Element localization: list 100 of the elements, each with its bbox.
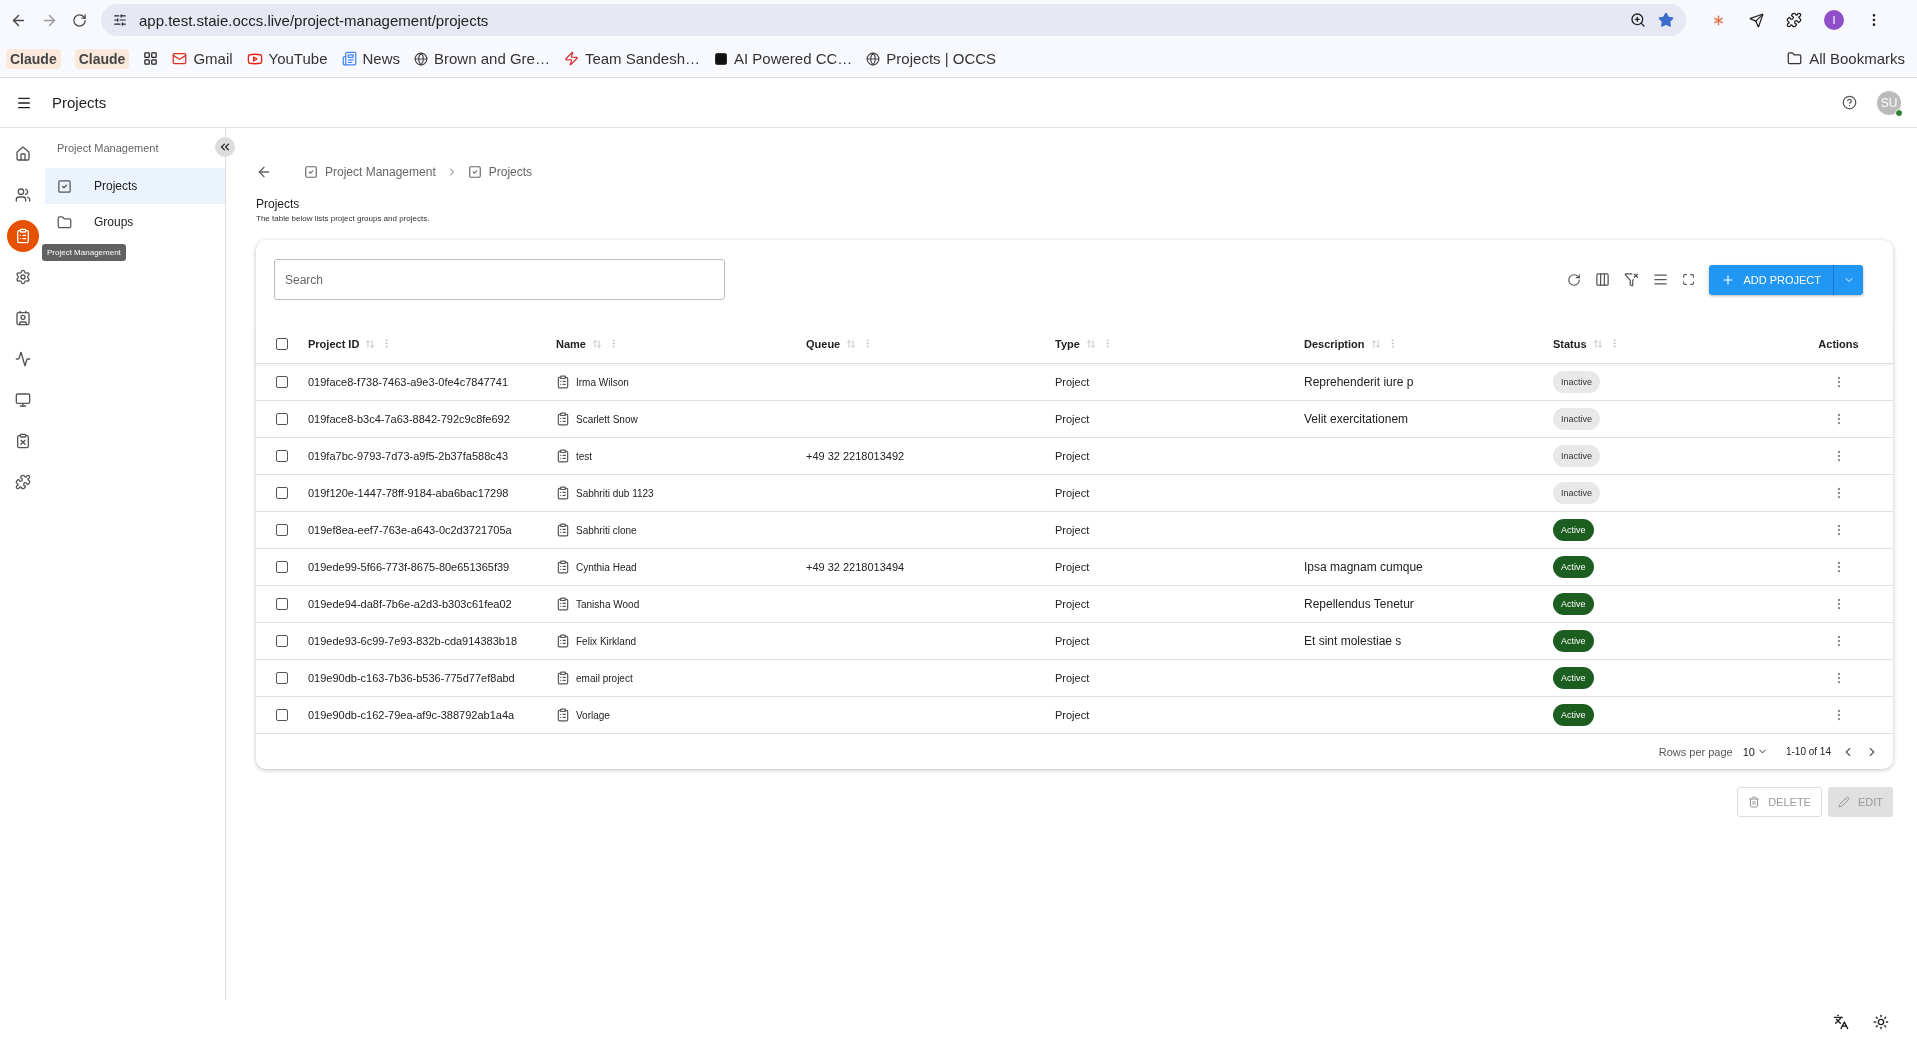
- table-cell: Cynthia Head: [576, 561, 637, 573]
- theme-icon[interactable]: [1873, 1014, 1889, 1030]
- table-cell: test: [576, 450, 593, 462]
- dropdown-button[interactable]: [1833, 264, 1863, 295]
- bookmark[interactable]: Claude: [6, 48, 61, 69]
- table-cell-text: Project: [1055, 598, 1091, 610]
- nav-item[interactable]: Groups: [45, 204, 225, 240]
- alert-icon: [14, 433, 31, 449]
- row-checkbox[interactable]: [276, 598, 288, 610]
- reload-icon[interactable]: [72, 12, 87, 28]
- breadcrumb-link[interactable]: Projects: [488, 165, 533, 179]
- back-icon[interactable]: [256, 164, 272, 180]
- clipboard-icon: [556, 708, 570, 722]
- row-checkbox[interactable]: [276, 709, 288, 721]
- table-cell-text: Project: [1055, 413, 1091, 425]
- table-cell: Scarlett Snow: [576, 413, 638, 425]
- bookmark[interactable]: Brown and Gre…: [434, 50, 550, 67]
- profile-avatar[interactable]: I: [1824, 10, 1844, 30]
- column-header[interactable]: Project ID: [308, 337, 360, 350]
- table-cell: Irma Wilson: [576, 376, 629, 388]
- table-cell-text: Project: [1055, 635, 1091, 647]
- site-settings-icon[interactable]: [113, 13, 127, 27]
- column-header[interactable]: Description: [1304, 337, 1365, 350]
- row-checkbox[interactable]: [276, 413, 288, 425]
- clipboard-icon: [556, 560, 570, 574]
- bookmark[interactable]: Projects | OCCS: [886, 50, 997, 67]
- column-header[interactable]: Status: [1553, 337, 1587, 350]
- folder-icon[interactable]: [1787, 51, 1803, 66]
- nav-item[interactable]: Projects: [45, 168, 225, 204]
- all-bookmarks-link[interactable]: All Bookmarks: [1809, 50, 1905, 67]
- row-checkbox[interactable]: [276, 487, 288, 499]
- extensions-icon[interactable]: [1786, 12, 1802, 28]
- address-bar[interactable]: app.test.staie.occs.live/project-management/projects: [101, 4, 1686, 36]
- table-cell-text: 019e90db-c162-79ea-af9c-388792ab1a4a: [308, 709, 516, 721]
- apps-icon[interactable]: [143, 51, 159, 66]
- cursor-icon[interactable]: [1749, 12, 1764, 28]
- status-badge: Active: [1553, 667, 1594, 689]
- table-cell-text: Project: [1055, 376, 1091, 388]
- fullscreen-icon[interactable]: [1682, 273, 1696, 286]
- refresh-icon[interactable]: [1567, 272, 1582, 287]
- lightning-icon: [563, 51, 579, 66]
- table-cell-text: Project: [1055, 561, 1091, 573]
- bookmark[interactable]: AI Powered CC…: [734, 50, 853, 67]
- status-badge: Inactive: [1553, 371, 1601, 393]
- status-badge: Active: [1553, 630, 1594, 652]
- table-cell-text: Project: [1055, 450, 1091, 462]
- people-icon: [14, 187, 31, 203]
- clipboard-icon: [556, 449, 570, 463]
- table-cell-text: 019face8-f738-7463-a9e3-0fe4c7847741: [308, 376, 509, 388]
- filter-off-icon[interactable]: [1624, 272, 1640, 287]
- clipboard-icon: [14, 228, 31, 244]
- bookmark[interactable]: Claude: [74, 48, 130, 69]
- table-cell: Vorlage: [576, 709, 610, 721]
- column-header[interactable]: Type: [1055, 337, 1080, 350]
- page-range: 1-10 of 14: [1785, 746, 1831, 757]
- search-field[interactable]: Search: [274, 259, 725, 300]
- table-cell-text: Project: [1055, 709, 1091, 721]
- rows-per-page-select[interactable]: 10: [1742, 745, 1768, 758]
- rail-button[interactable]: [6, 220, 39, 252]
- row-checkbox[interactable]: [276, 672, 288, 684]
- row-checkbox[interactable]: [276, 376, 288, 388]
- puzzle-icon: [14, 474, 31, 490]
- table-cell: Sabhriti dub 1123: [576, 487, 654, 499]
- pulse-icon: [14, 351, 31, 367]
- collapse-button[interactable]: [215, 137, 235, 157]
- folder-icon: [57, 214, 72, 230]
- table-cell-text: 019face8-b3c4-7a63-8842-792c9c8fe692: [308, 413, 511, 425]
- breadcrumb-link[interactable]: Project Management: [325, 165, 436, 179]
- bookmark[interactable]: Team Sandesh…: [584, 50, 700, 67]
- column-header[interactable]: Name: [556, 337, 586, 350]
- trash-icon: [1748, 796, 1761, 808]
- bookmark[interactable]: YouTube: [268, 50, 328, 67]
- checkbox-icon: [467, 165, 482, 179]
- clipboard-icon: [556, 597, 570, 611]
- density-icon[interactable]: [1653, 272, 1669, 287]
- translate-icon[interactable]: [1833, 1014, 1849, 1030]
- online-dot: [1895, 108, 1903, 117]
- clipboard-icon: [556, 486, 570, 500]
- columns-icon[interactable]: [1595, 272, 1611, 287]
- select-all-checkbox[interactable]: [276, 337, 288, 350]
- zoom-icon[interactable]: [1630, 12, 1646, 28]
- plus-icon: [1721, 272, 1736, 287]
- row-checkbox[interactable]: [276, 450, 288, 462]
- row-checkbox[interactable]: [276, 561, 288, 573]
- table-cell-text: 019e90db-c163-7b36-b536-775d77ef8abd: [308, 672, 516, 684]
- star-icon[interactable]: [1658, 12, 1674, 28]
- bookmark[interactable]: Gmail: [193, 50, 233, 67]
- globe-icon: [866, 51, 881, 66]
- checkbox-icon: [57, 178, 72, 194]
- bookmark[interactable]: News: [362, 50, 400, 67]
- row-checkbox[interactable]: [276, 524, 288, 536]
- clipboard-icon: [556, 412, 570, 426]
- table-cell-text: 019ede99-5f66-773f-8675-80e651365f39: [308, 561, 511, 573]
- column-header[interactable]: Queue: [806, 337, 841, 350]
- checkbox-icon: [304, 165, 318, 179]
- help-icon[interactable]: [1842, 95, 1857, 110]
- table-cell: Felix Kirkland: [576, 635, 637, 647]
- row-checkbox[interactable]: [276, 635, 288, 647]
- table-cell-text: Et sint molestiae s: [1304, 634, 1403, 648]
- nav-section-title: Project Management: [56, 141, 160, 156]
